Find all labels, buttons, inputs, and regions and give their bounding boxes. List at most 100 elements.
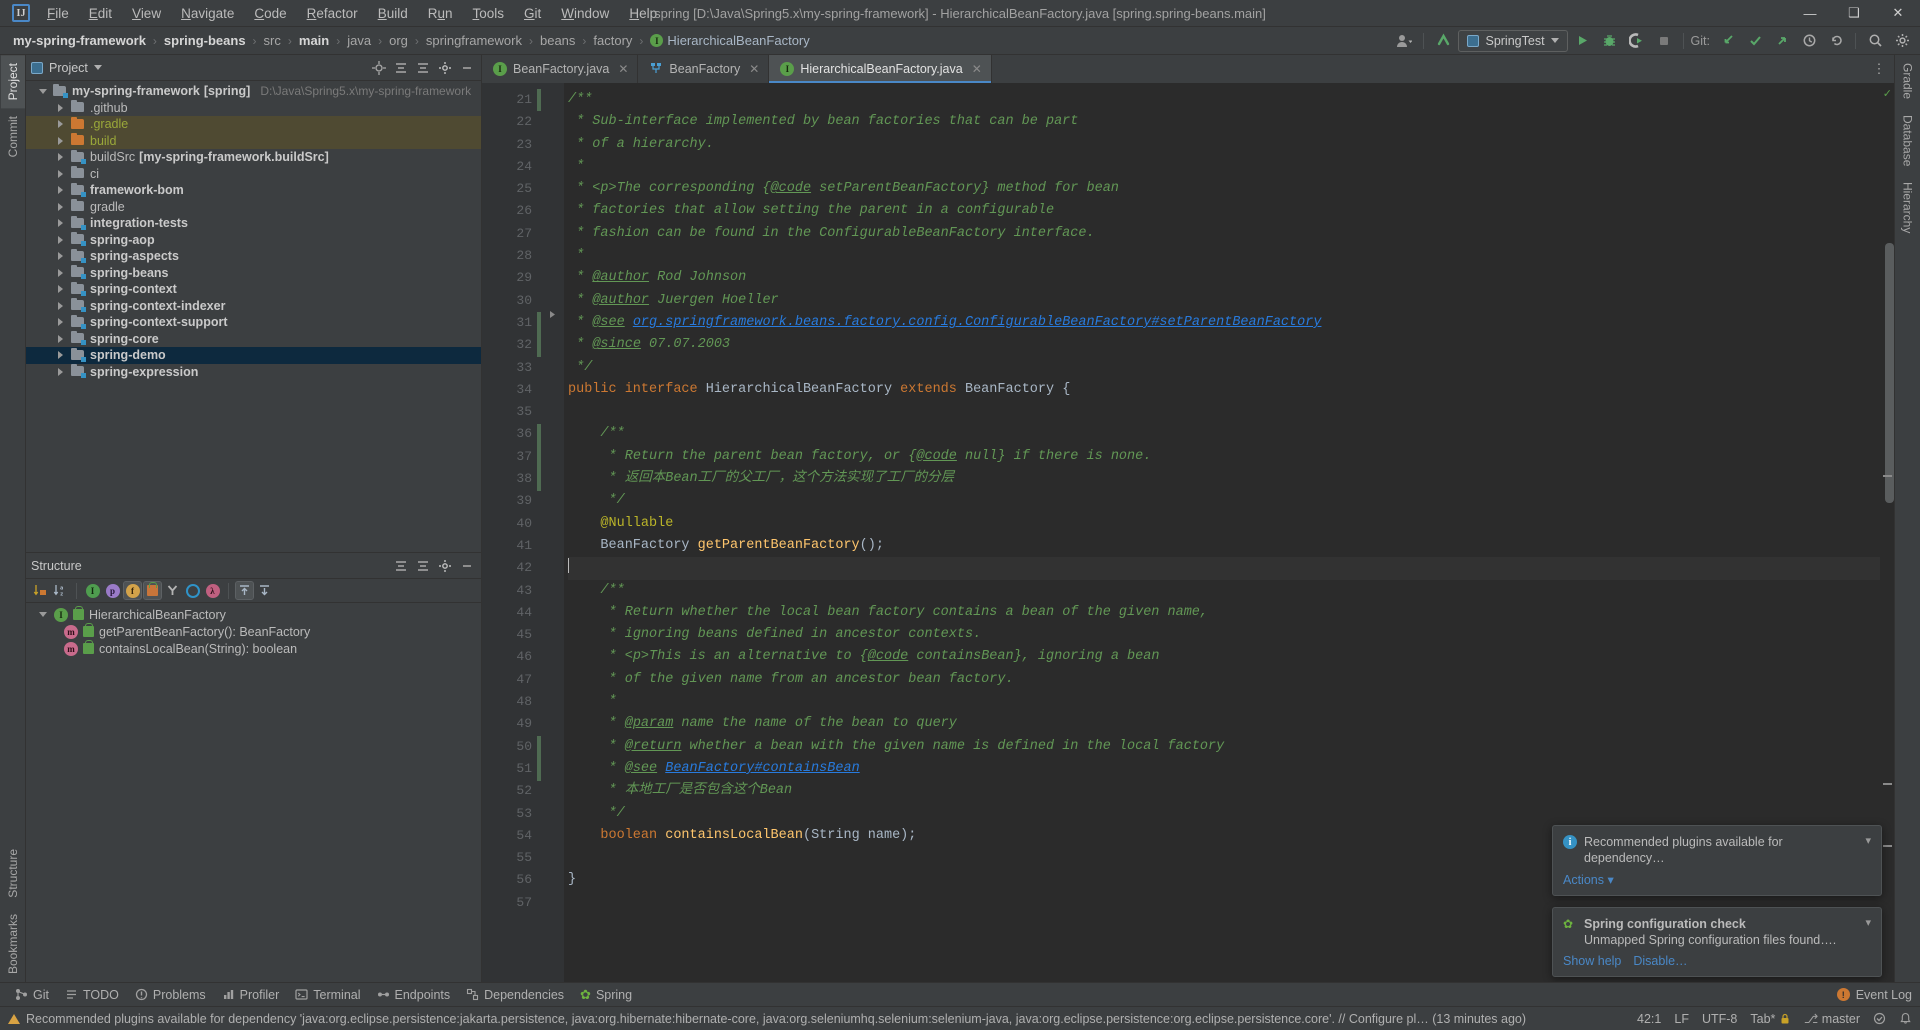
code-line[interactable]: */ (568, 357, 1880, 379)
show-anonymous-icon[interactable] (184, 582, 201, 599)
tool-window-todo[interactable]: TODO (58, 986, 126, 1004)
tree-row[interactable]: .gradle (26, 116, 481, 133)
sidebar-item-project[interactable]: Project (0, 55, 25, 109)
code-line[interactable]: * Return whether the local bean factory … (568, 602, 1880, 624)
event-log-label[interactable]: Event Log (1856, 988, 1912, 1002)
more-tabs-icon[interactable]: ⋮ (1870, 60, 1888, 78)
code-line[interactable]: */ (568, 803, 1880, 825)
show-fields-icon[interactable]: f (123, 581, 142, 600)
sidebar-item-structure[interactable]: Structure (1, 841, 25, 906)
structure-tree[interactable]: I HierarchicalBeanFactory m getParentBea… (26, 603, 481, 982)
line-separator[interactable]: LF (1674, 1012, 1689, 1026)
expand-all-icon[interactable] (392, 557, 410, 575)
tree-row-spring-demo[interactable]: spring-demo (26, 347, 481, 364)
indent-setting[interactable]: Tab* (1750, 1012, 1791, 1026)
code-line[interactable]: * @author Rod Johnson (568, 267, 1880, 289)
chevron-right-icon[interactable] (54, 219, 67, 227)
hide-panel-icon[interactable] (458, 59, 476, 77)
sidebar-item-bookmarks[interactable]: Bookmarks (1, 906, 25, 982)
code-line[interactable]: * of the given name from an ancestor bea… (568, 669, 1880, 691)
breadcrumb-item-1[interactable]: spring-beans (159, 31, 251, 50)
tool-window-problems[interactable]: Problems (128, 986, 213, 1004)
git-push-icon[interactable] (1770, 30, 1794, 52)
sidebar-item-database[interactable]: Database (1896, 107, 1920, 174)
git-history-icon[interactable] (1797, 30, 1821, 52)
code-line[interactable]: /** (568, 89, 1880, 111)
status-message[interactable]: Recommended plugins available for depend… (8, 1012, 1526, 1026)
collapse-all-icon[interactable] (414, 59, 432, 77)
code-line[interactable]: * (568, 156, 1880, 178)
menu-item-file[interactable]: File (38, 3, 78, 24)
tree-row[interactable]: ci (26, 166, 481, 183)
breadcrumb-current-file[interactable]: I HierarchicalBeanFactory (645, 31, 814, 50)
code-line[interactable]: */ (568, 490, 1880, 512)
tool-window-terminal[interactable]: Terminal (288, 986, 367, 1004)
run-button[interactable] (1571, 30, 1595, 52)
tool-window-endpoints[interactable]: Endpoints (370, 986, 458, 1004)
code-line[interactable]: * <p>The corresponding {@code setParentB… (568, 178, 1880, 200)
breadcrumb-item-4[interactable]: java (342, 31, 376, 50)
search-everywhere-icon[interactable] (1863, 30, 1887, 52)
tree-row[interactable]: spring-beans (26, 265, 481, 282)
breadcrumb-item-3[interactable]: main (294, 31, 334, 50)
breadcrumb-item-6[interactable]: springframework (421, 31, 527, 50)
breadcrumb-item-5[interactable]: org (384, 31, 413, 50)
code-line[interactable]: * @see org.springframework.beans.factory… (568, 312, 1880, 334)
notifications-widget[interactable] (1899, 1012, 1912, 1026)
code-line[interactable]: * @see BeanFactory#containsBean (568, 758, 1880, 780)
menu-item-view[interactable]: View (123, 3, 170, 24)
project-tree[interactable]: my-spring-framework [spring] D:\Java\Spr… (26, 81, 481, 552)
autoscroll-to-source-icon[interactable] (235, 581, 254, 600)
chevron-right-icon[interactable] (54, 269, 67, 277)
settings-icon[interactable] (436, 557, 454, 575)
structure-row[interactable]: I HierarchicalBeanFactory (26, 606, 481, 623)
editor-tab-hierarchicalbeanfactory-java[interactable]: I HierarchicalBeanFactory.java ✕ (769, 55, 992, 83)
git-rollback-icon[interactable] (1824, 30, 1848, 52)
tree-row[interactable]: .github (26, 100, 481, 117)
code-line[interactable]: * factories that allow setting the paren… (568, 200, 1880, 222)
tool-window-spring[interactable]: ✿ Spring (573, 985, 639, 1005)
run-with-coverage-button[interactable] (1625, 30, 1649, 52)
code-line[interactable]: /** (568, 580, 1880, 602)
hide-panel-icon[interactable] (458, 557, 476, 575)
code-line[interactable]: * @author Juergen Hoeller (568, 290, 1880, 312)
breadcrumb-item-7[interactable]: beans (535, 31, 580, 50)
tree-row[interactable]: spring-core (26, 331, 481, 348)
menu-item-code[interactable]: Code (245, 3, 295, 24)
sort-by-visibility-icon[interactable] (32, 582, 49, 599)
chevron-right-icon[interactable] (54, 318, 67, 326)
menu-item-build[interactable]: Build (369, 3, 417, 24)
chevron-right-icon[interactable] (54, 104, 67, 112)
debug-button[interactable] (1598, 30, 1622, 52)
git-branch[interactable]: ⎇ master (1804, 1011, 1860, 1026)
chevron-down-icon[interactable]: ▾ (1865, 916, 1871, 948)
editor-tab-beanfactory-hierarchy[interactable]: BeanFactory ✕ (638, 55, 770, 83)
code-line[interactable]: * @return whether a bean with the given … (568, 736, 1880, 758)
show-properties-icon[interactable]: p (104, 582, 121, 599)
menu-item-refactor[interactable]: Refactor (298, 3, 367, 24)
close-icon[interactable]: ✕ (749, 62, 759, 76)
chevron-down-icon[interactable] (36, 612, 49, 617)
sidebar-item-hierarchy[interactable]: Hierarchy (1896, 174, 1920, 241)
sidebar-item-gradle[interactable]: Gradle (1896, 55, 1920, 107)
show-non-public-icon[interactable] (143, 581, 162, 600)
close-button[interactable]: ✕ (1876, 0, 1920, 27)
notification-actions-link[interactable]: Actions ▾ (1563, 872, 1614, 887)
group-methods-icon[interactable] (164, 582, 181, 599)
code-line[interactable]: * 本地工厂是否包含这个Bean (568, 780, 1880, 802)
menu-item-tools[interactable]: Tools (464, 3, 514, 24)
code-line[interactable]: * Return the parent bean factory, or {@c… (568, 446, 1880, 468)
breadcrumb-item-2[interactable]: src (259, 31, 286, 50)
breadcrumb-item-0[interactable]: my-spring-framework (8, 31, 151, 50)
sort-alphabetically-icon[interactable]: az (52, 582, 69, 599)
gutter-markers[interactable] (537, 83, 564, 982)
menu-item-navigate[interactable]: Navigate (172, 3, 243, 24)
chevron-right-icon[interactable] (54, 203, 67, 211)
code-line[interactable]: * (568, 245, 1880, 267)
show-inherited-icon[interactable]: I (84, 582, 101, 599)
caret-position[interactable]: 42:1 (1637, 1012, 1661, 1026)
user-avatar-icon[interactable] (1392, 30, 1416, 52)
close-icon[interactable]: ✕ (972, 62, 982, 76)
settings-icon[interactable] (1890, 30, 1914, 52)
menu-item-git[interactable]: Git (515, 3, 550, 24)
